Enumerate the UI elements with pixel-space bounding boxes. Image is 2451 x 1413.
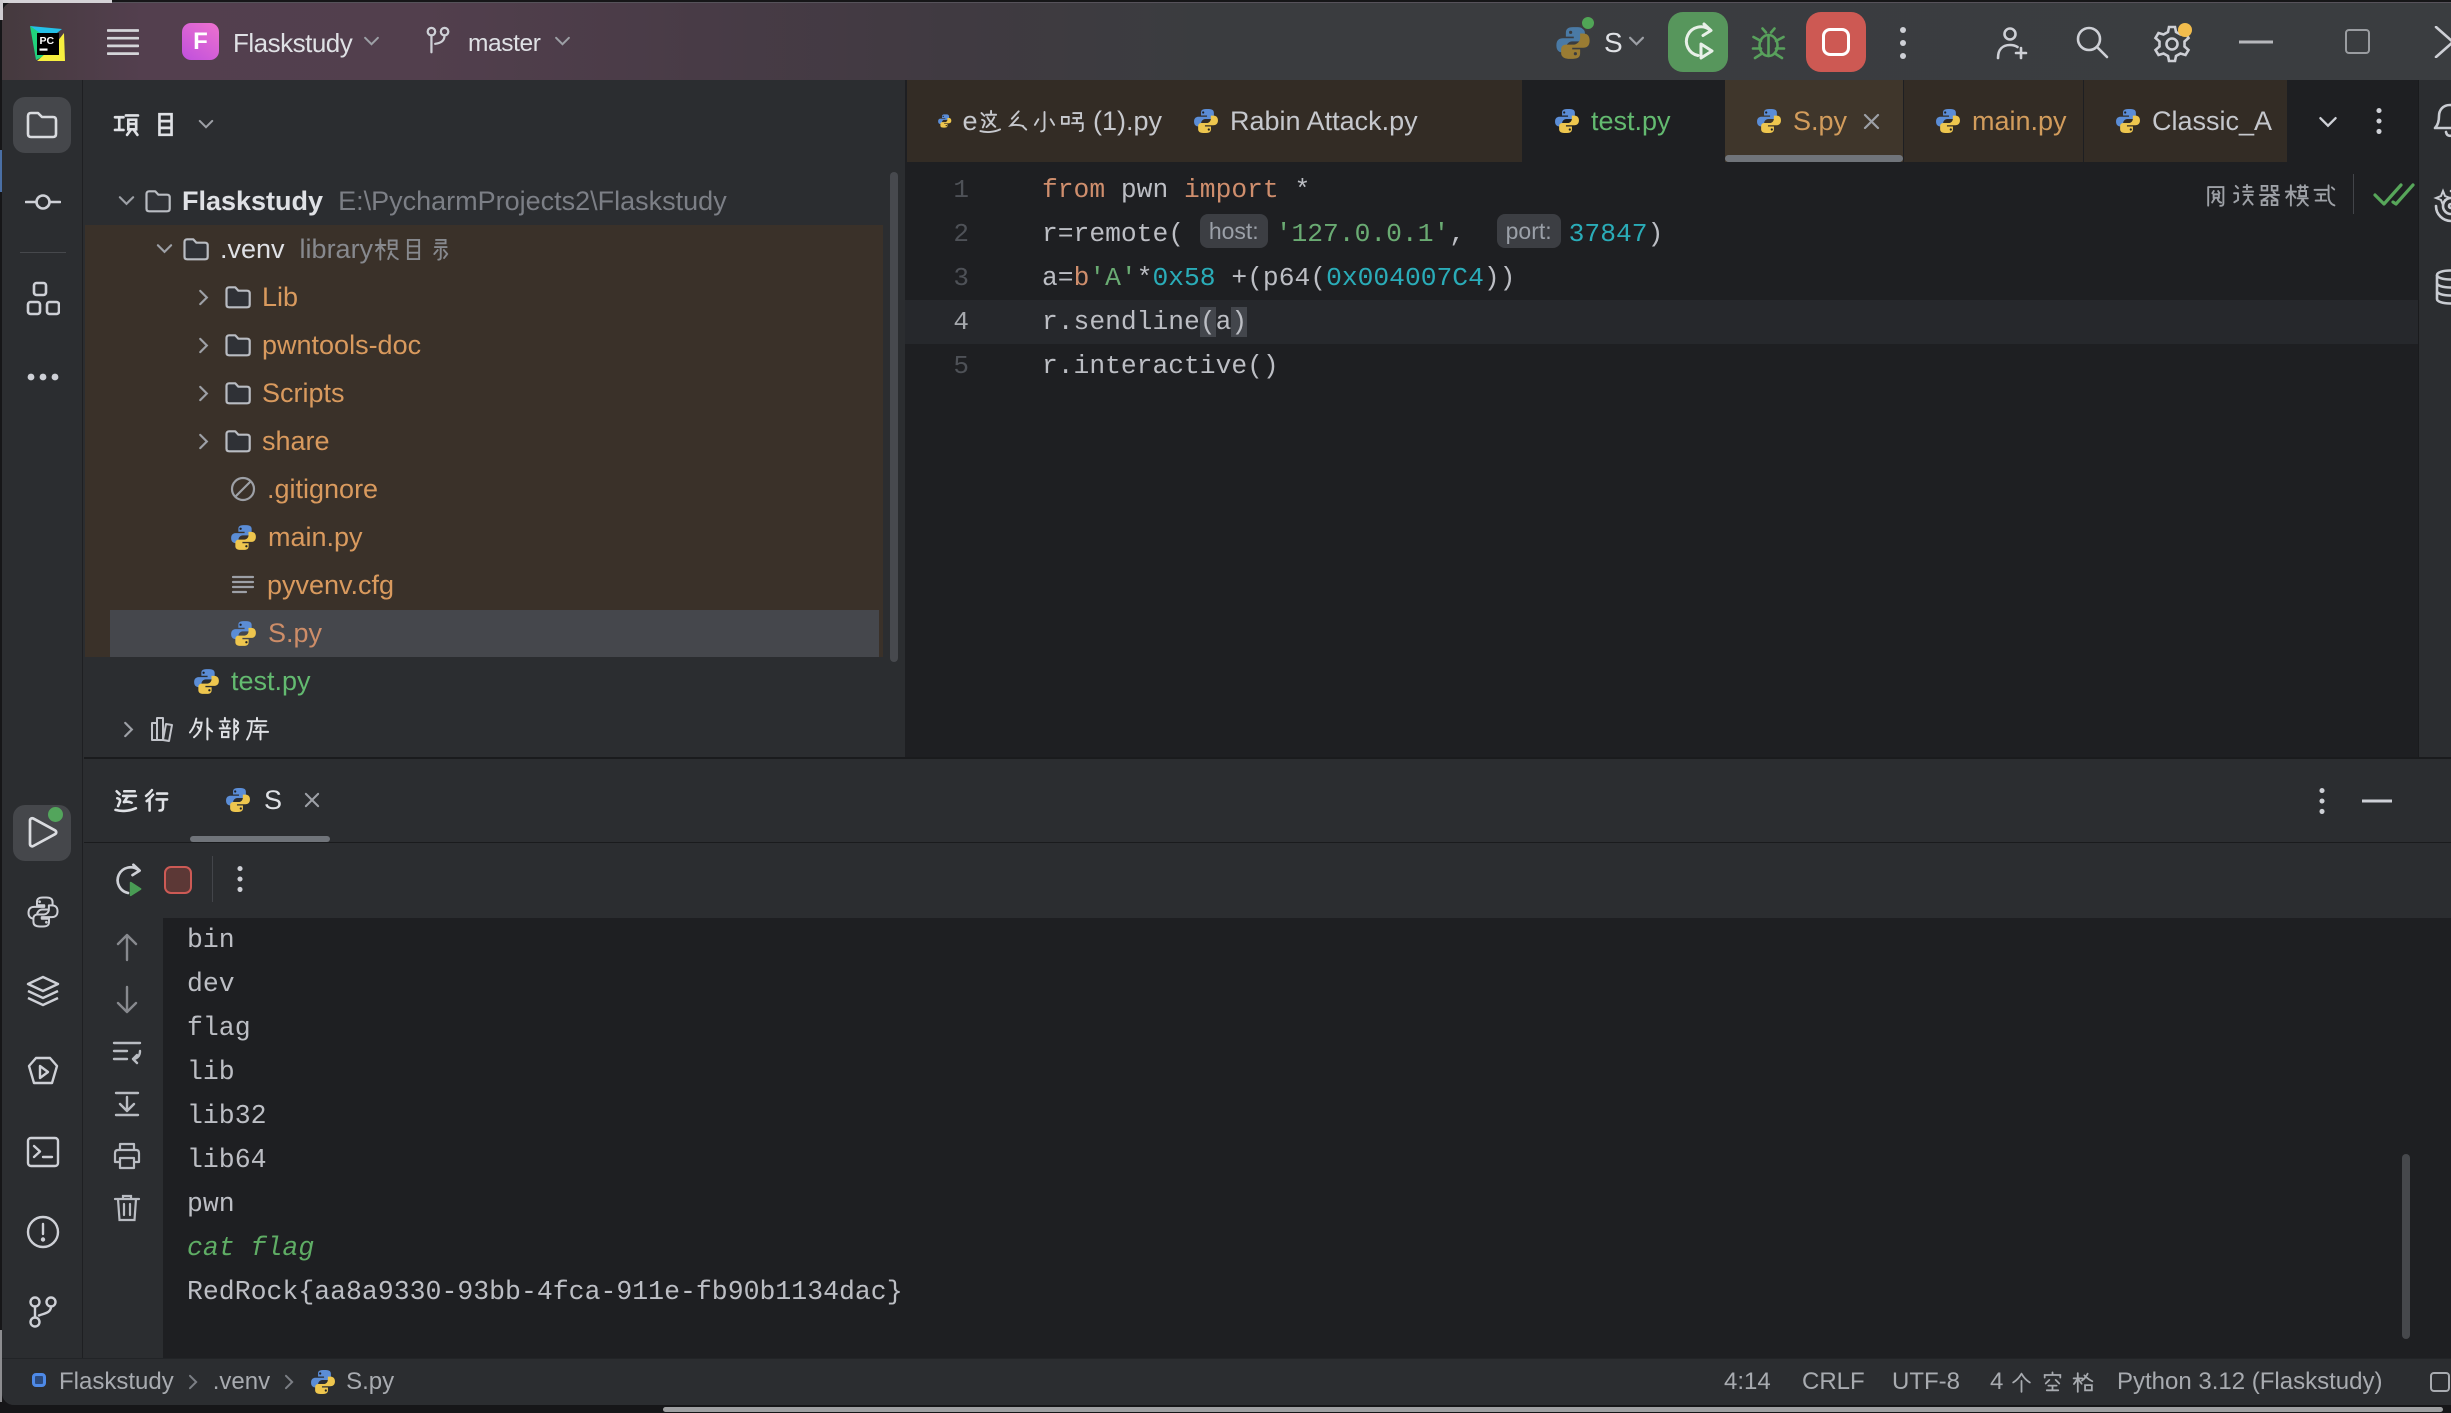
svg-text:PC: PC (40, 35, 55, 47)
